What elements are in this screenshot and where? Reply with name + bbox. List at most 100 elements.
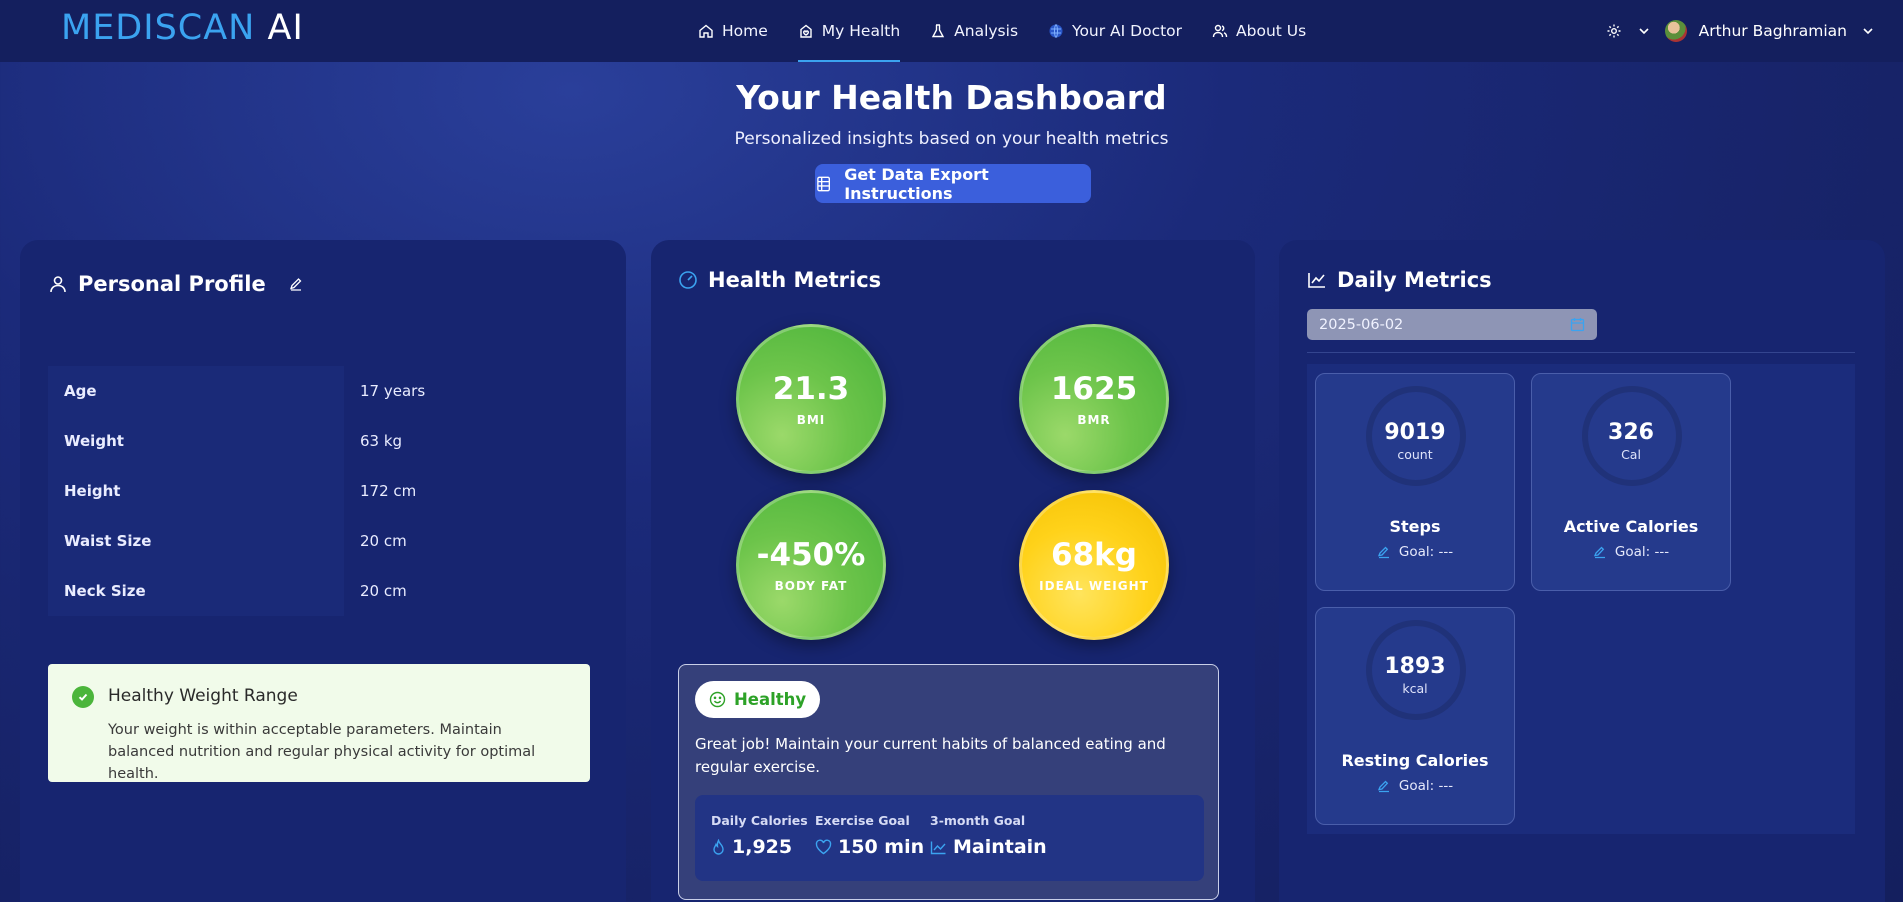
daily-divider bbox=[1307, 352, 1855, 353]
nav-home[interactable]: Home bbox=[683, 0, 783, 62]
line-chart-icon bbox=[1308, 273, 1325, 288]
body-fat-value: -450% bbox=[756, 537, 866, 573]
export-instructions-button[interactable]: Get Data Export Instructions bbox=[815, 164, 1091, 203]
exercise-goal-row: 150 min bbox=[815, 836, 924, 858]
calendar-icon[interactable] bbox=[1570, 317, 1585, 332]
check-circle-icon bbox=[72, 686, 94, 708]
logo-suffix: AI bbox=[267, 8, 304, 48]
profile-title: Personal Profile bbox=[78, 272, 266, 296]
metrics-title: Health Metrics bbox=[708, 268, 882, 292]
user-chevron-down-icon[interactable] bbox=[1859, 22, 1877, 40]
nav-analysis[interactable]: Analysis bbox=[915, 0, 1033, 62]
table-row: Neck Size 20 cm bbox=[48, 566, 602, 616]
steps-name: Steps bbox=[1389, 517, 1441, 536]
table-row: Weight 63 kg bbox=[48, 416, 602, 466]
gauge-icon bbox=[679, 271, 697, 289]
goals-panel: Daily Calories 1,925 Exercise Goal 150 m… bbox=[695, 795, 1204, 881]
users-icon bbox=[1212, 24, 1228, 38]
nav-ai-doctor-label: Your AI Doctor bbox=[1072, 22, 1183, 40]
profile-value-height: 172 cm bbox=[360, 482, 417, 500]
profile-label-height: Height bbox=[48, 466, 344, 516]
trend-chart-icon bbox=[930, 841, 946, 854]
nav-analysis-label: Analysis bbox=[954, 22, 1019, 40]
daily-calories-value: 1,925 bbox=[732, 836, 793, 858]
date-picker-input[interactable]: 2025-06-02 bbox=[1307, 309, 1597, 340]
profile-label-weight: Weight bbox=[48, 416, 344, 466]
status-panel: Healthy Great job! Maintain your current… bbox=[678, 664, 1219, 900]
bmr-label: BMR bbox=[1077, 413, 1111, 427]
active-calories-goal-row[interactable]: Goal: --- bbox=[1532, 544, 1730, 560]
top-navbar: MEDISCAN AI Home My Health Analysis Your… bbox=[0, 0, 1903, 62]
edit-pencil-icon[interactable] bbox=[1593, 545, 1607, 559]
bmi-metric: 21.3 BMI bbox=[736, 324, 886, 474]
settings-gear-icon[interactable] bbox=[1605, 22, 1623, 40]
logo-brand: MEDISCAN bbox=[61, 8, 256, 48]
three-month-goal: 3-month Goal Maintain bbox=[930, 813, 1047, 858]
resting-calories-goal: Goal: --- bbox=[1398, 778, 1454, 794]
daily-metrics-card: Daily Metrics 2025-06-02 9019 count Step… bbox=[1279, 240, 1885, 902]
avatar[interactable] bbox=[1664, 20, 1687, 42]
steps-value: 9019 bbox=[1384, 420, 1446, 445]
nav-my-health[interactable]: My Health bbox=[783, 0, 915, 62]
active-calories-goal: Goal: --- bbox=[1614, 544, 1670, 560]
profile-table: Age 17 years Weight 63 kg Height 172 cm … bbox=[48, 366, 602, 616]
edit-pencil-icon[interactable] bbox=[1377, 545, 1391, 559]
three-month-goal-value: Maintain bbox=[953, 836, 1047, 858]
heart-house-icon bbox=[800, 24, 812, 38]
flask-icon bbox=[931, 24, 945, 38]
bmr-value: 1625 bbox=[1050, 371, 1138, 407]
steps-goal: Goal: --- bbox=[1398, 544, 1454, 560]
bmi-label: BMI bbox=[796, 413, 826, 427]
daily-calories-label: Daily Calories bbox=[711, 813, 808, 828]
table-row: Age 17 years bbox=[48, 366, 602, 416]
flame-icon bbox=[713, 838, 724, 855]
resting-calories-card[interactable]: 1893 kcal Resting Calories Goal: --- bbox=[1315, 607, 1515, 825]
page-title: Your Health Dashboard bbox=[736, 78, 1167, 117]
profile-value-weight: 63 kg bbox=[360, 432, 403, 450]
active-calories-value: 326 bbox=[1608, 420, 1654, 445]
resting-calories-name: Resting Calories bbox=[1341, 751, 1489, 770]
profile-value-waist: 20 cm bbox=[360, 532, 407, 550]
profile-label-age: Age bbox=[48, 366, 344, 416]
resting-calories-unit: kcal bbox=[1402, 681, 1428, 696]
nav-about[interactable]: About Us bbox=[1197, 0, 1321, 62]
profile-label-neck: Neck Size bbox=[48, 566, 344, 616]
body-fat-metric: -450% BODY FAT bbox=[736, 490, 886, 640]
active-calories-card[interactable]: 326 Cal Active Calories Goal: --- bbox=[1531, 373, 1731, 591]
bmr-metric: 1625 BMR bbox=[1019, 324, 1169, 474]
personal-profile-card: Personal Profile Age 17 years Weight 63 … bbox=[20, 240, 626, 902]
edit-pencil-icon[interactable] bbox=[288, 276, 304, 292]
user-name[interactable]: Arthur Baghramian bbox=[1699, 22, 1847, 40]
alert-title: Healthy Weight Range bbox=[108, 686, 298, 706]
document-icon bbox=[817, 176, 830, 191]
ideal-weight-metric: 68kg IDEAL WEIGHT bbox=[1019, 490, 1169, 640]
nav-links: Home My Health Analysis Your AI Doctor A… bbox=[683, 0, 1321, 62]
user-icon bbox=[50, 276, 66, 293]
resting-calories-goal-row[interactable]: Goal: --- bbox=[1316, 778, 1514, 794]
daily-title: Daily Metrics bbox=[1337, 268, 1492, 292]
steps-unit: count bbox=[1397, 447, 1433, 462]
steps-card[interactable]: 9019 count Steps Goal: --- bbox=[1315, 373, 1515, 591]
weight-range-alert: Healthy Weight Range Your weight is with… bbox=[48, 664, 590, 782]
nav-right: Arthur Baghramian bbox=[1605, 0, 1877, 62]
table-row: Height 172 cm bbox=[48, 466, 602, 516]
exercise-goal: Exercise Goal 150 min bbox=[815, 813, 924, 858]
three-month-goal-row: Maintain bbox=[930, 836, 1047, 858]
active-calories-unit: Cal bbox=[1621, 447, 1641, 462]
profile-value-age: 17 years bbox=[360, 382, 426, 400]
resting-calories-value: 1893 bbox=[1384, 654, 1446, 679]
edit-pencil-icon[interactable] bbox=[1377, 779, 1391, 793]
status-text: Great job! Maintain your current habits … bbox=[695, 735, 1166, 776]
status-badge: Healthy bbox=[695, 681, 821, 718]
nav-ai-doctor[interactable]: Your AI Doctor bbox=[1033, 0, 1197, 62]
settings-chevron-down-icon[interactable] bbox=[1635, 22, 1653, 40]
home-icon bbox=[699, 24, 713, 38]
smile-icon bbox=[709, 691, 726, 708]
steps-goal-row[interactable]: Goal: --- bbox=[1316, 544, 1514, 560]
app-logo[interactable]: MEDISCAN AI bbox=[61, 8, 304, 48]
daily-calories-row: 1,925 bbox=[711, 836, 808, 858]
nav-home-label: Home bbox=[722, 22, 768, 40]
ideal-weight-value: 68kg bbox=[1051, 537, 1137, 573]
ideal-weight-label: IDEAL WEIGHT bbox=[1039, 579, 1149, 593]
nav-my-health-label: My Health bbox=[821, 22, 901, 40]
